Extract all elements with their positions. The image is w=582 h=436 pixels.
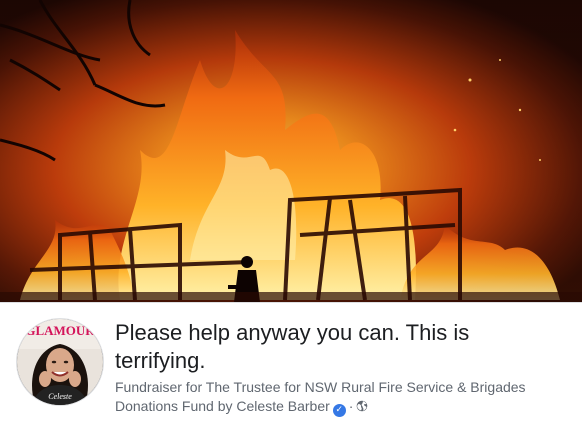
fundraiser-info: GLAMOUR Celeste Please help anyway you c… — [0, 303, 582, 436]
fundraiser-card[interactable]: GLAMOUR Celeste Please help anyway you c… — [0, 0, 582, 436]
fundraiser-subtitle: Fundraiser for The Trustee for NSW Rural… — [115, 378, 565, 417]
verified-badge-icon: ✓ — [332, 404, 346, 417]
meta-separator: · — [348, 398, 354, 414]
avatar-name-overlay: Celeste — [48, 392, 72, 401]
fundraiser-cover-photo[interactable] — [0, 0, 582, 302]
fundraiser-title[interactable]: Please help anyway you can. This is terr… — [115, 319, 565, 375]
avatar-image: GLAMOUR Celeste — [17, 319, 103, 405]
globe-icon[interactable] — [356, 400, 368, 412]
magazine-masthead: GLAMOUR — [25, 323, 95, 338]
fire-photo-illustration — [0, 0, 582, 302]
organizer-avatar[interactable]: GLAMOUR Celeste — [16, 318, 104, 406]
fundraiser-beneficiary-text[interactable]: Fundraiser for The Trustee for NSW Rural… — [115, 379, 526, 414]
